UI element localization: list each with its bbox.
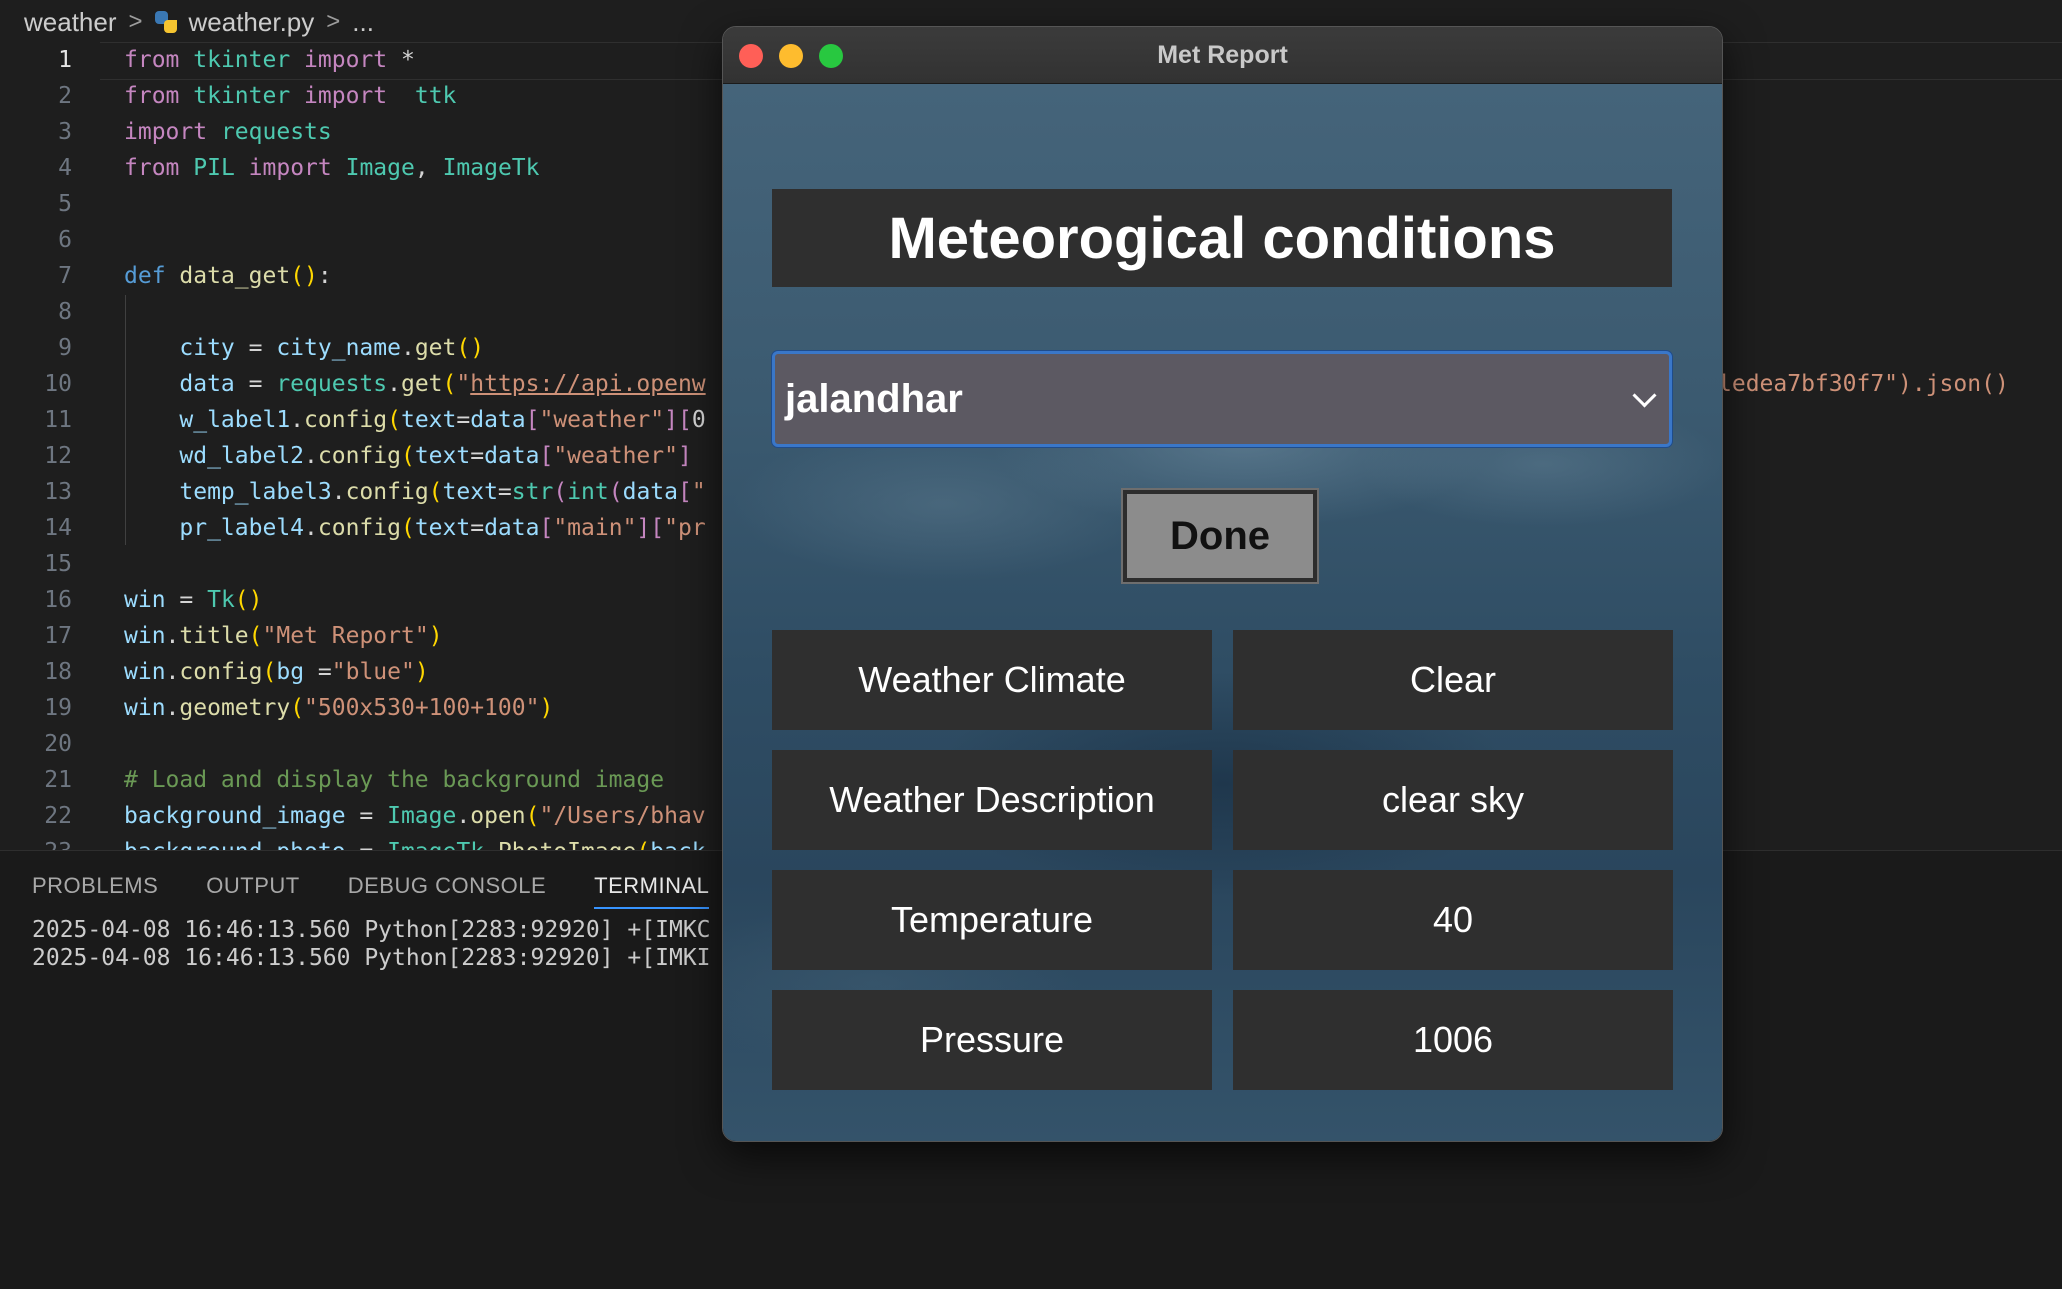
chevron-right-icon: > (128, 8, 143, 35)
line-number: 13 (44, 479, 72, 505)
line-number: 7 (58, 263, 72, 289)
window-title: Met Report (1157, 41, 1288, 69)
line-number: 6 (58, 227, 72, 253)
line-number: 19 (44, 695, 72, 721)
line-number: 22 (44, 803, 72, 829)
line-number: 1 (58, 47, 72, 73)
breadcrumb-more[interactable]: ... (352, 7, 374, 38)
weather-climate-value: Clear (1233, 630, 1673, 730)
terminal-line: 2025-04-08 16:46:13.560 Python[2283:9292… (32, 917, 711, 943)
window-content: Meteorogical conditions jalandhar Done W… (723, 84, 1722, 1141)
line-number: 14 (44, 515, 72, 541)
line-number: 11 (44, 407, 72, 433)
done-button[interactable]: Done (1121, 488, 1319, 584)
breadcrumb: weather > weather.py > ... (24, 4, 374, 40)
weather-description-value: clear sky (1233, 750, 1673, 850)
terminal-line: 2025-04-08 16:46:13.560 Python[2283:9292… (32, 945, 711, 971)
chevron-down-icon[interactable] (1632, 383, 1657, 408)
panel-tabs: PROBLEMS OUTPUT DEBUG CONSOLE TERMINAL (32, 873, 710, 909)
line-number: 4 (58, 155, 72, 181)
line-number: 2 (58, 83, 72, 109)
line-number: 8 (58, 299, 72, 325)
line-number: 10 (44, 371, 72, 397)
line-number: 9 (58, 335, 72, 361)
pressure-label: Pressure (772, 990, 1212, 1090)
code-line-tail: ledea7bf30f7").json() (1718, 371, 2009, 397)
temperature-value: 40 (1233, 870, 1673, 970)
tab-debug-console[interactable]: DEBUG CONSOLE (348, 873, 546, 909)
line-number: 18 (44, 659, 72, 685)
breadcrumb-file[interactable]: weather.py (189, 7, 315, 38)
line-number: 16 (44, 587, 72, 613)
chevron-right-icon: > (326, 8, 341, 35)
line-number: 21 (44, 767, 72, 793)
city-combobox-value: jalandhar (785, 377, 963, 421)
heading-label: Meteorogical conditions (772, 189, 1672, 287)
window-titlebar[interactable]: Met Report (723, 27, 1722, 84)
python-file-icon (154, 11, 177, 33)
temperature-label: Temperature (772, 870, 1212, 970)
weather-climate-label: Weather Climate (772, 630, 1212, 730)
line-number: 23 (0, 834, 72, 850)
line-number: 12 (44, 443, 72, 469)
tab-output[interactable]: OUTPUT (206, 873, 299, 909)
line-number: 5 (58, 191, 72, 217)
line-number: 17 (44, 623, 72, 649)
city-combobox[interactable]: jalandhar (772, 351, 1672, 447)
line-number: 20 (44, 731, 72, 757)
weather-description-label: Weather Description (772, 750, 1212, 850)
tab-problems[interactable]: PROBLEMS (32, 873, 158, 909)
pressure-value: 1006 (1233, 990, 1673, 1090)
met-report-window: Met Report Meteorogical conditions jalan… (722, 26, 1723, 1142)
breadcrumb-folder[interactable]: weather (24, 7, 117, 38)
line-number: 15 (44, 551, 72, 577)
tab-terminal[interactable]: TERMINAL (594, 873, 710, 909)
line-number: 3 (58, 119, 72, 145)
